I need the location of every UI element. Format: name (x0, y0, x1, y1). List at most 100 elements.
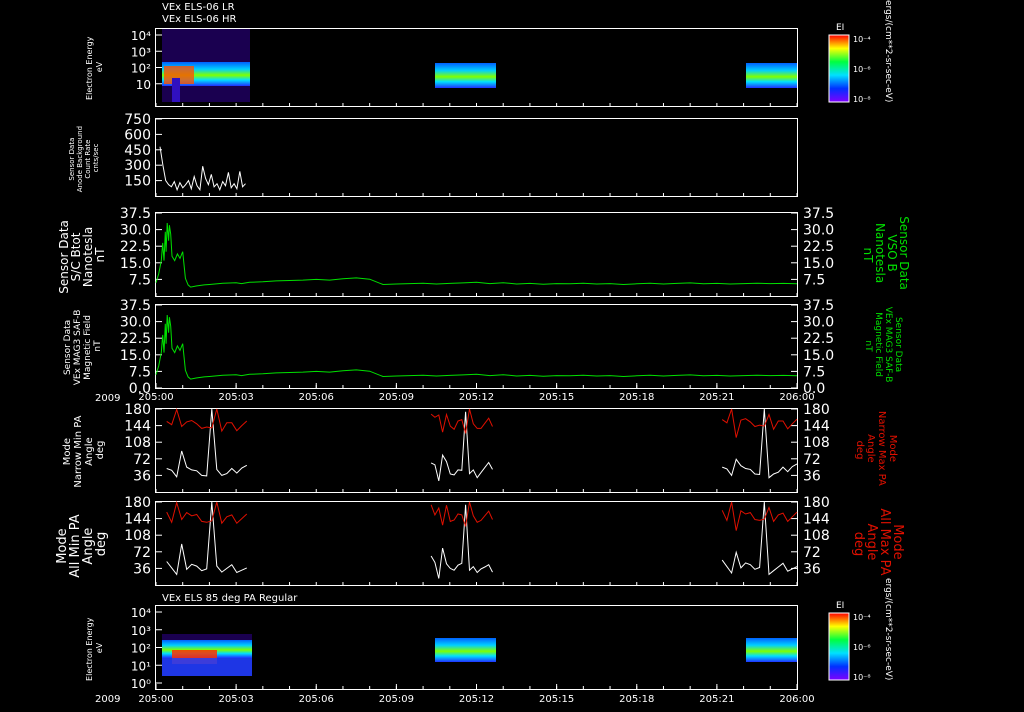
colorbar-top-scale (828, 34, 850, 103)
ytick-label: 15.0 (120, 348, 151, 364)
left-ylabels: Electron Energy eV Sensor Data Anode Bac… (55, 34, 109, 681)
spec7-block-c (746, 638, 797, 662)
xtick-label: 205:12 (459, 694, 494, 705)
max-pa-trace (721, 501, 798, 531)
p4-ylabel-right-l3: Magnetic Field (873, 312, 883, 377)
p3-ylabel-l4: nT (93, 247, 107, 263)
ytick-label: 37.5 (120, 298, 151, 314)
ytick-label: 108 (124, 528, 151, 544)
ytick-label: 600 (124, 127, 151, 143)
count-rate-trace (159, 146, 246, 192)
p4-ylabel-right-l1: Sensor Data (893, 317, 903, 372)
ytick-label-right: 144 (803, 512, 830, 528)
ytick-label-right: 108 (803, 435, 830, 451)
xtick-label: 205:00 (138, 694, 173, 705)
xtick-label: 205:18 (619, 392, 654, 403)
ytick-label-right: 22.5 (803, 331, 834, 347)
ytick-label: 180 (124, 402, 151, 418)
p4-ylabel-right-l4: nT (863, 340, 873, 352)
ytick-label: 7.5 (129, 272, 151, 288)
right-ylabels: Sensor Data VSO B Nanotesla nT Sensor Da… (851, 216, 911, 579)
colorbar-bottom-label: EI (836, 601, 844, 611)
p6-ylabel-l4: deg (94, 532, 109, 557)
ytick-label: 150 (124, 174, 151, 190)
ytick-label: 144 (124, 419, 151, 435)
ytick-label: 10³ (131, 45, 151, 59)
ytick-label: 37.5 (120, 206, 151, 222)
p6-ylabel-right-l4: deg (851, 532, 866, 557)
xtick-label: 205:09 (379, 694, 414, 705)
p4-ylabel-right-l2: VEx MAG3 SAF-B (883, 307, 893, 383)
ytick-label: 108 (124, 435, 151, 451)
ytick-label: 15.0 (120, 256, 151, 272)
p5-ylabel-right-l1: Mode (887, 435, 898, 462)
data-traces (155, 146, 798, 579)
ytick-label: 36 (133, 468, 151, 484)
ytick-label-right: 37.5 (803, 298, 834, 314)
p6-ylabel-right: Mode All Max PA Angle deg (851, 508, 905, 579)
xtick-label: 205:18 (619, 694, 654, 705)
p5-ylabel-l2: Narrow Min PA (73, 415, 84, 487)
colorbar-bottom-units: ergs/(cm**2-sr-sec-eV) (883, 578, 893, 680)
ytick-label: 10⁰ (131, 677, 151, 691)
colorbar-top-tick-2: 10⁻⁶ (853, 65, 871, 74)
colorbar-bottom-tick-3: 10⁻⁸ (853, 673, 871, 682)
ytick-label-right: 180 (803, 495, 830, 511)
xtick-label: 205:15 (539, 392, 574, 403)
year-label-top: 2009 (95, 393, 120, 404)
ytick-label: 22.5 (120, 239, 151, 255)
xtick-label: 206:00 (779, 694, 814, 705)
ytick-label: 10¹ (131, 659, 151, 673)
ytick-label: 144 (124, 512, 151, 528)
ytick-label: 10⁴ (131, 29, 151, 43)
title-lr: VEx ELS-06 LR (162, 2, 235, 13)
xtick-label: 205:03 (219, 694, 254, 705)
spec1-block-c (746, 63, 797, 88)
panel-frames (155, 28, 798, 690)
spec7-block-b (435, 638, 496, 662)
ytick-label-right: 36 (803, 561, 821, 577)
ytick-label-right: 22.5 (803, 239, 834, 255)
p5-ylabel-right-l3: Angle (865, 434, 876, 462)
p1-ylabel: Electron Energy eV (85, 34, 104, 100)
magnetic-field-trace (155, 222, 798, 288)
ytick-label: 22.5 (120, 331, 151, 347)
ytick-label: 7.5 (129, 364, 151, 380)
xtick-label: 205:15 (539, 694, 574, 705)
ytick-label-right: 37.5 (803, 206, 834, 222)
xtick-label: 206:00 (779, 392, 814, 403)
spec1-block-a-dip (172, 78, 180, 102)
p5-ylabel-right-l4: deg (854, 441, 865, 460)
p3-ylabel: Sensor Data S/C Btot Nanotesla nT (57, 216, 107, 293)
xtick-label: 205:12 (459, 392, 494, 403)
xtick-label: 205:06 (299, 392, 334, 403)
panel-2-frame (155, 118, 798, 197)
xtick-label: 205:03 (219, 392, 254, 403)
ytick-label-right: 36 (803, 468, 821, 484)
p2-ylabel-l1: Sensor Data (68, 138, 76, 181)
ytick-label: 72 (133, 452, 151, 468)
ytick-label: 72 (133, 545, 151, 561)
plot-stage: VEx ELS-06 LR VEx ELS-06 HR VEx ELS 85 d… (0, 0, 1024, 708)
ytick-label-right: 144 (803, 419, 830, 435)
panel-6-frame (155, 501, 798, 586)
ytick-label: 450 (124, 143, 151, 159)
spec1-block-b (435, 63, 496, 88)
min-pa-trace (166, 408, 248, 478)
min-pa-trace (166, 501, 248, 576)
p5-ylabel-l3: Angle (84, 437, 95, 465)
p4-ylabel-l2: VEx MAG3 SAF-B (73, 310, 83, 386)
p3-ylabel-right: Sensor Data VSO B Nanotesla nT (861, 216, 911, 293)
ytick-label: 10 (136, 78, 151, 92)
ytick-label-right: 7.5 (803, 364, 825, 380)
p5-ylabel-l4: deg (95, 441, 106, 460)
colorbar-bottom-scale (828, 612, 850, 681)
spectrogram-7 (162, 634, 797, 676)
ytick-label: 10² (131, 642, 151, 656)
xtick-label: 205:21 (699, 392, 734, 403)
panel-5-frame (155, 408, 798, 493)
max-pa-trace (430, 408, 493, 434)
colorbar-bottom-tick-1: 10⁻⁴ (853, 613, 871, 622)
p6-ylabel: Mode All Min PA Angle deg (55, 510, 109, 578)
p2-ylabel-l4: cnts/sec (92, 143, 100, 172)
